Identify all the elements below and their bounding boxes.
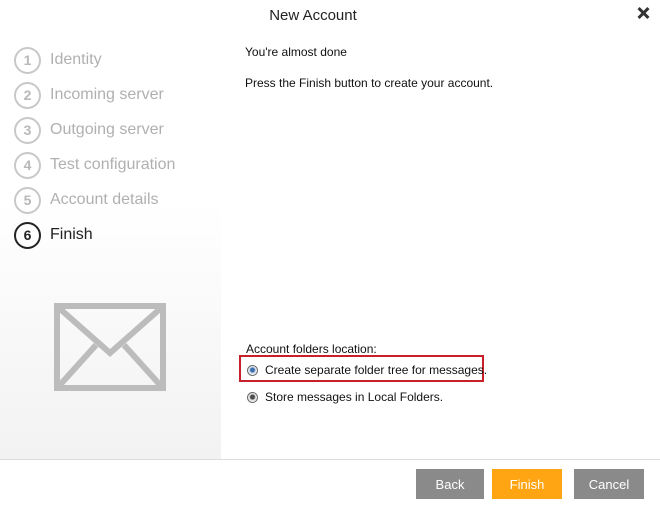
step-number: 6 (14, 221, 41, 249)
step-number: 5 (14, 186, 41, 214)
step-outgoing-server[interactable]: 3 Outgoing server (14, 116, 164, 144)
envelope-icon (54, 303, 166, 391)
step-test-configuration[interactable]: 4 Test configuration (14, 151, 175, 179)
option-separate-folder-tree[interactable]: Create separate folder tree for messages… (247, 363, 487, 377)
step-label: Finish (50, 226, 93, 243)
step-label: Test configuration (50, 156, 176, 173)
main-instruction: Press the Finish button to create your a… (245, 76, 494, 90)
step-identity[interactable]: 1 Identity (14, 46, 102, 74)
radio-selected-icon[interactable] (247, 364, 258, 376)
main-heading: You're almost done (245, 45, 347, 59)
radio-unselected-icon[interactable] (247, 391, 258, 403)
option-label: Create separate folder tree for messages… (265, 363, 488, 377)
close-icon[interactable] (636, 6, 650, 20)
step-label: Identity (50, 51, 102, 68)
window-title: New Account (269, 7, 357, 24)
step-number: 4 (14, 151, 41, 179)
finish-button[interactable]: Finish (492, 469, 562, 499)
back-button[interactable]: Back (416, 469, 484, 499)
step-account-details[interactable]: 5 Account details (14, 186, 159, 214)
step-incoming-server[interactable]: 2 Incoming server (14, 81, 164, 109)
footer-divider (0, 459, 660, 460)
step-finish[interactable]: 6 Finish (14, 221, 93, 249)
option-label: Store messages in Local Folders. (265, 390, 444, 404)
step-number: 1 (14, 46, 41, 74)
steps-sidebar: 1 Identity 2 Incoming server 3 Outgoing … (0, 32, 221, 459)
step-number: 2 (14, 81, 41, 109)
step-number: 3 (14, 116, 41, 144)
step-label: Outgoing server (50, 121, 164, 138)
cancel-button[interactable]: Cancel (574, 469, 644, 499)
step-label: Incoming server (50, 86, 164, 103)
step-label: Account details (50, 191, 159, 208)
folders-location-label: Account folders location: (246, 342, 377, 356)
option-local-folders[interactable]: Store messages in Local Folders. (247, 390, 443, 404)
